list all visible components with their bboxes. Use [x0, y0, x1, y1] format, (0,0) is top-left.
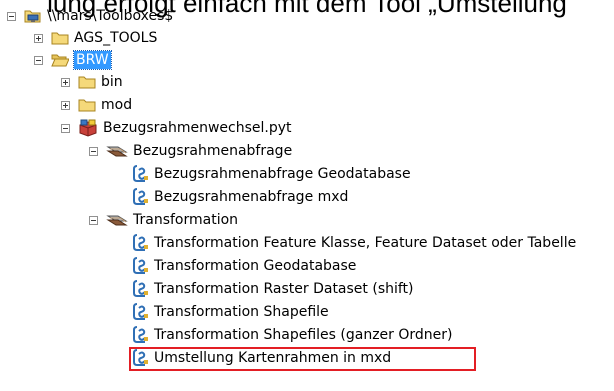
tree-node-label: Bezugsrahmenabfrage Geodatabase — [154, 166, 411, 182]
tree-node-mod[interactable]: mod — [61, 94, 132, 116]
toolset-icon — [106, 215, 128, 226]
folder-icon — [51, 32, 69, 45]
tree-node-label: Transformation Shapefile — [154, 304, 329, 320]
expand-icon[interactable] — [61, 77, 70, 87]
tree-node-toolset-bezugsrahmenabfrage[interactable]: Bezugsrahmenabfrage — [89, 140, 292, 162]
tree-node-label: Transformation Raster Dataset (shift) — [154, 281, 414, 297]
tree-node-label: Bezugsrahmenabfrage — [133, 143, 293, 159]
tree-node-label: Transformation Feature Klasse, Feature D… — [154, 235, 577, 251]
script-tool-icon — [133, 188, 148, 205]
tree-node-ags-tools[interactable]: AGS_TOOLS — [34, 27, 157, 49]
collapse-icon[interactable] — [89, 215, 98, 225]
toolset-icon — [106, 146, 128, 157]
tree-node-label: Bezugsrahmenabfrage mxd — [154, 189, 349, 205]
collapse-icon[interactable] — [34, 55, 43, 65]
tree-node-tool[interactable]: Transformation Raster Dataset (shift) — [133, 278, 414, 300]
collapse-icon[interactable] — [7, 11, 16, 21]
expand-icon[interactable] — [61, 100, 70, 110]
expand-icon[interactable] — [34, 33, 43, 43]
tree-node-tool[interactable]: Transformation Geodatabase — [133, 255, 356, 277]
script-tool-icon — [133, 234, 148, 251]
script-tool-icon — [133, 165, 148, 182]
catalog-tree: \\mars\Toolboxes$ AGS_TOOLS BRW bin mod — [0, 0, 614, 391]
tree-node-toolset-transformation[interactable]: Transformation — [89, 209, 238, 231]
folder-icon — [78, 76, 96, 89]
tree-node-tool[interactable]: Bezugsrahmenabfrage mxd — [133, 186, 348, 208]
tree-node-tool[interactable]: Bezugsrahmenabfrage Geodatabase — [133, 163, 411, 185]
python-toolbox-icon — [79, 119, 97, 137]
tree-node-label: Transformation Geodatabase — [154, 258, 357, 274]
tree-node-label-selected: BRW — [73, 50, 112, 70]
script-tool-icon — [133, 303, 148, 320]
script-tool-icon — [133, 326, 148, 343]
tree-node-label: AGS_TOOLS — [74, 30, 158, 46]
tree-node-label: \\mars\Toolboxes$ — [47, 8, 174, 24]
tree-node-label: Transformation — [133, 212, 239, 228]
highlight-box — [129, 347, 476, 371]
tree-node-brw[interactable]: BRW — [34, 49, 112, 71]
script-tool-icon — [133, 257, 148, 274]
tree-node-bin[interactable]: bin — [61, 71, 123, 93]
open-folder-icon — [51, 54, 69, 67]
folder-icon — [78, 99, 96, 112]
script-tool-icon — [133, 280, 148, 297]
tree-node-label: mod — [101, 97, 133, 113]
tree-node-tool[interactable]: Transformation Feature Klasse, Feature D… — [133, 232, 576, 254]
tree-node-label: Bezugsrahmenwechsel.pyt — [103, 120, 292, 136]
collapse-icon[interactable] — [89, 146, 98, 156]
tree-node-python-toolbox[interactable]: Bezugsrahmenwechsel.pyt — [61, 117, 292, 139]
tree-node-toolboxes-share[interactable]: \\mars\Toolboxes$ — [7, 5, 173, 27]
tree-node-tool[interactable]: Transformation Shapefiles (ganzer Ordner… — [133, 324, 452, 346]
tree-node-tool[interactable]: Transformation Shapefile — [133, 301, 329, 323]
network-folder-icon — [24, 10, 41, 23]
tree-node-label: Transformation Shapefiles (ganzer Ordner… — [154, 327, 453, 343]
tree-node-label: bin — [101, 74, 123, 90]
collapse-icon[interactable] — [61, 123, 70, 133]
